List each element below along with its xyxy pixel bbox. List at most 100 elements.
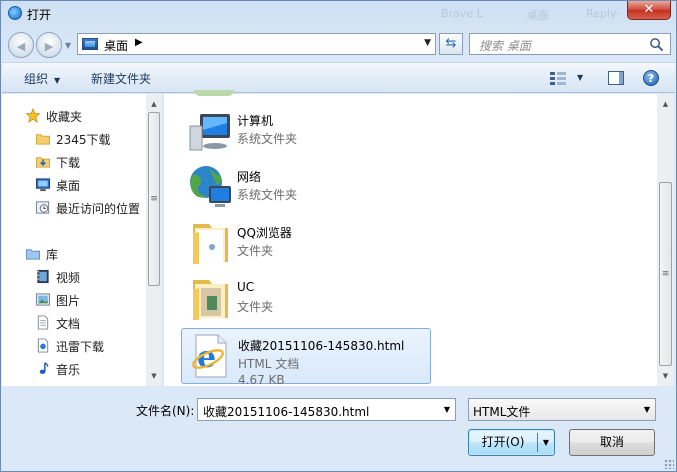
recent-places-icon: [35, 201, 50, 214]
partial-item-icon: [194, 90, 234, 96]
desktop-icon: [35, 178, 51, 192]
filename-label: 文件名(N):: [136, 404, 195, 418]
background-text: Reply-: [586, 7, 621, 20]
file-type: 系统文件夹: [237, 132, 298, 146]
file-list-scrollbar[interactable]: ▲ ≡ ▼: [657, 94, 674, 386]
back-arrow-icon: ◀: [16, 40, 26, 53]
filetype-select[interactable]: HTML文件 ▼: [468, 398, 656, 421]
sidebar-item-label: 2345下载: [56, 133, 111, 147]
document-icon: [37, 315, 49, 330]
open-file-dialog: 打开 Brave L 桌面 Reply- ✕ ◀ ▶ ▼ 桌面 ▶ ▼ ⇆ 搜索…: [0, 0, 677, 472]
view-dropdown-icon[interactable]: ▼: [577, 73, 583, 82]
refresh-icon: ⇆: [445, 36, 457, 51]
sidebar-item-label: 图片: [56, 294, 81, 308]
search-placeholder: 搜索 桌面: [479, 39, 531, 53]
help-icon[interactable]: ?: [643, 70, 659, 86]
file-name: 网络: [237, 170, 262, 184]
forward-arrow-icon: ▶: [44, 40, 54, 53]
open-label: 打开(O): [481, 435, 525, 449]
open-button[interactable]: 打开(O) ▼: [468, 429, 555, 456]
video-icon: [37, 269, 49, 284]
file-name: UC: [237, 280, 255, 294]
star-icon: [25, 108, 41, 123]
scroll-thumb[interactable]: ≡: [148, 112, 160, 286]
list-item[interactable]: UC 文件夹: [181, 272, 431, 328]
chevron-down-icon[interactable]: ▼: [644, 405, 650, 414]
organize-label: 组织: [24, 72, 49, 86]
folder-icon: [193, 224, 228, 264]
ie-html-icon: e: [192, 334, 227, 378]
filename-input[interactable]: 收藏20151106-145830.html ▼: [197, 398, 456, 421]
sidebar-item-label: 文档: [56, 317, 81, 331]
scroll-up-icon[interactable]: ▲: [657, 96, 674, 112]
address-location[interactable]: 桌面: [104, 37, 128, 54]
breadcrumb-chevron-icon[interactable]: ▶: [135, 37, 143, 48]
file-type: 文件夹: [237, 244, 274, 258]
scroll-down-icon[interactable]: ▼: [657, 368, 674, 384]
list-item[interactable]: 网络 系统文件夹: [181, 160, 431, 216]
sidebar-item-label: 最近访问的位置: [56, 202, 141, 216]
sidebar-item-label: 迅雷下载: [56, 340, 105, 354]
scroll-up-icon[interactable]: ▲: [146, 96, 162, 112]
chevron-down-icon: ▼: [54, 76, 61, 85]
organize-button[interactable]: 组织 ▼: [24, 70, 60, 87]
file-list: 计算机 系统文件夹 网络 系统文件夹 QQ浏览器 文件夹 UC 文件夹 e 收藏…: [164, 90, 674, 387]
title-bar: 打开 Brave L 桌面 Reply- ✕: [1, 1, 676, 27]
download-folder-icon: [36, 157, 50, 168]
folder-icon: [193, 280, 228, 320]
file-name: QQ浏览器: [237, 226, 292, 240]
background-text: Brave L: [441, 7, 483, 20]
sidebar-header-label: 收藏夹: [46, 110, 83, 124]
sidebar-item-label: 下载: [56, 156, 81, 170]
network-icon: [190, 166, 231, 207]
sidebar-scrollbar[interactable]: ▲ ≡ ▼: [146, 94, 162, 386]
sidebar-item-label: 音乐: [56, 363, 81, 377]
filetype-value: HTML文件: [473, 405, 531, 419]
thunder-download-icon: [37, 338, 49, 353]
file-size: 4.67 KB: [238, 373, 285, 387]
address-bar[interactable]: 桌面 ▶ ▼: [77, 33, 436, 55]
new-folder-button[interactable]: 新建文件夹: [91, 70, 151, 87]
filename-value[interactable]: 收藏20151106-145830.html: [203, 403, 369, 420]
recent-locations-dropdown[interactable]: ▼: [65, 41, 71, 50]
scroll-down-icon[interactable]: ▼: [146, 368, 162, 384]
grip-icon: ≡: [150, 194, 158, 204]
split-divider: [537, 433, 538, 452]
forward-button[interactable]: ▶: [36, 32, 62, 58]
command-bar: 组织 ▼ 新建文件夹 ▼ ?: [2, 62, 675, 93]
folder-icon: [36, 134, 50, 145]
background-text: 桌面: [527, 9, 549, 22]
computer-icon: [189, 114, 230, 151]
back-button[interactable]: ◀: [8, 32, 34, 58]
file-type: 系统文件夹: [237, 188, 298, 202]
address-dropdown-icon[interactable]: ▼: [424, 38, 431, 48]
app-icon: [8, 6, 22, 20]
file-type: HTML 文档: [238, 357, 300, 371]
list-item[interactable]: QQ浏览器 文件夹: [181, 216, 431, 272]
resize-grip-icon[interactable]: [664, 459, 674, 469]
chevron-down-icon[interactable]: ▼: [444, 405, 450, 414]
library-icon: [26, 249, 40, 260]
picture-icon: [35, 293, 51, 306]
cancel-button[interactable]: 取消: [569, 429, 655, 456]
navigation-pane: 收藏夹 2345下载 下载 桌面 最近访问的位置 库 视频 图片 文档 迅雷下载…: [2, 94, 162, 386]
open-options-dropdown-icon[interactable]: ▼: [543, 430, 549, 455]
view-options-icon[interactable]: [550, 71, 566, 85]
file-name: 计算机: [237, 114, 274, 128]
search-icon[interactable]: [649, 37, 664, 52]
refresh-button[interactable]: ⇆: [439, 33, 463, 55]
file-type: 文件夹: [237, 300, 274, 314]
file-name: 收藏20151106-145830.html: [238, 339, 405, 353]
preview-pane-icon[interactable]: [608, 71, 624, 85]
list-item-selected[interactable]: e 收藏20151106-145830.html HTML 文档 4.67 KB: [181, 328, 431, 387]
list-item[interactable]: 计算机 系统文件夹: [181, 104, 431, 160]
music-icon: [39, 362, 49, 374]
grip-icon: ≡: [661, 269, 670, 279]
window-title: 打开: [27, 8, 52, 22]
scroll-thumb[interactable]: ≡: [659, 182, 672, 366]
sidebar-item-label: 视频: [56, 271, 81, 285]
sidebar-item-label: 桌面: [56, 179, 81, 193]
search-input[interactable]: 搜索 桌面: [469, 33, 671, 55]
close-button[interactable]: ✕: [627, 1, 671, 20]
desktop-icon: [82, 38, 98, 50]
